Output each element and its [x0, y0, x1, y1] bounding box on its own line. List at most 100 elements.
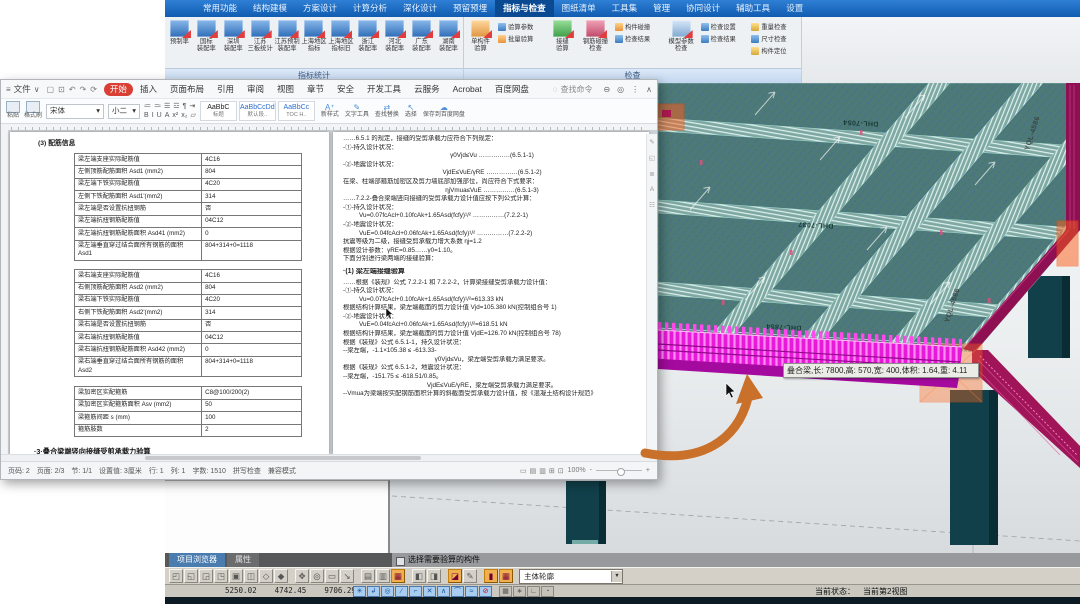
- cad-ribbon-tab[interactable]: 方案设计: [295, 0, 345, 17]
- snap-toggle-icon[interactable]: ⌒: [451, 586, 464, 597]
- wps-tab[interactable]: 开发工具: [361, 83, 407, 96]
- view-toolbar-icon[interactable]: ◇: [259, 569, 273, 583]
- ribbon-small-button[interactable]: 构件碰撞: [615, 22, 662, 31]
- view-toolbar-icon[interactable]: ↘: [340, 569, 354, 583]
- zoom-slider[interactable]: [596, 470, 642, 471]
- ribbon-small-button[interactable]: 检查结果: [615, 34, 662, 43]
- ribbon-small-button[interactable]: 重量检查: [751, 22, 798, 31]
- view-toolbar-icon[interactable]: ◎: [310, 569, 324, 583]
- cad-ribbon-tab[interactable]: 工具集: [604, 0, 646, 17]
- font-name-select[interactable]: 宋体▾: [46, 104, 104, 119]
- toolbar-tool-button[interactable]: ↖ 选择: [405, 103, 417, 119]
- toolbar-tool-button[interactable]: A⁺ 新样式: [321, 103, 339, 119]
- qat-icon[interactable]: ↷: [80, 85, 87, 94]
- document-page-2[interactable]: ……6.5.1 的规定，接缝的受剪承载力应符合下列规定：-①-持久设计状况：γ0…: [333, 132, 649, 454]
- snap-toggle-icon[interactable]: ∟: [527, 586, 540, 597]
- format-icon[interactable]: B: [144, 112, 149, 120]
- format-icon[interactable]: A: [165, 112, 170, 120]
- side-tool-icon[interactable]: A: [650, 186, 654, 193]
- qat-icon[interactable]: ▢: [47, 85, 55, 94]
- ribbon-button-rebar-collision[interactable]: 钢筋碰撞 检查: [578, 19, 613, 53]
- snap-toggle-icon[interactable]: ⊘: [479, 586, 492, 597]
- side-tool-icon[interactable]: ✎: [649, 138, 654, 146]
- qat-icon[interactable]: ⟳: [90, 85, 97, 94]
- view-toolbar-icon[interactable]: ◱: [184, 569, 198, 583]
- wps-tab[interactable]: 章节: [301, 83, 330, 96]
- ribbon-button-single-check[interactable]: 单构件 验算: [465, 19, 496, 53]
- view-toolbar-icon[interactable]: ◨: [427, 569, 441, 583]
- cad-ribbon-tab[interactable]: 深化设计: [395, 0, 445, 17]
- window-control-icon[interactable]: ∧: [646, 85, 652, 94]
- view-toolbar-icon[interactable]: [289, 569, 294, 583]
- snap-toggle-icon[interactable]: ✳: [353, 586, 366, 597]
- toolbar-tool-button[interactable]: ☁ 保存到百度网盘: [423, 103, 465, 119]
- format-icon[interactable]: ☲: [173, 103, 179, 111]
- zoom-slider-knob[interactable]: [617, 468, 625, 476]
- wps-tab[interactable]: 安全: [331, 83, 360, 96]
- ribbon-small-button[interactable]: 检查结果: [701, 34, 748, 43]
- style-chip[interactable]: AaBbCc TOC H..: [278, 101, 315, 121]
- ribbon-small-button[interactable]: 构件定位: [751, 46, 798, 55]
- view-mode-icon[interactable]: ▭: [520, 467, 527, 475]
- format-icon[interactable]: ☰: [164, 103, 170, 111]
- ribbon-button[interactable]: 湖南 装配率: [435, 19, 462, 53]
- side-tool-icon[interactable]: ◱: [649, 154, 655, 162]
- vertical-ruler[interactable]: [1, 130, 9, 455]
- view-toolbar-icon[interactable]: ✥: [295, 569, 309, 583]
- column[interactable]: [566, 481, 606, 544]
- ribbon-button[interactable]: 深圳 装配率: [220, 19, 247, 53]
- column[interactable]: [950, 390, 998, 545]
- format-icon[interactable]: ¶: [183, 103, 187, 111]
- wps-tab[interactable]: 视图: [271, 83, 300, 96]
- ribbon-button[interactable]: 预制率: [166, 19, 193, 45]
- format-icon[interactable]: x₂: [181, 112, 187, 120]
- format-icon[interactable]: U: [157, 112, 162, 120]
- wps-tab[interactable]: 开始: [104, 83, 133, 96]
- side-tool-icon[interactable]: ☷: [649, 201, 655, 209]
- qat-icon[interactable]: ⊡: [58, 85, 65, 94]
- view-toolbar-icon[interactable]: ▦: [499, 569, 513, 583]
- window-control-icon[interactable]: ⊖: [603, 85, 610, 94]
- view-toolbar-icon[interactable]: ◆: [274, 569, 288, 583]
- ribbon-button-joint-check[interactable]: 接缝 验算: [547, 19, 578, 53]
- view-toolbar-icon[interactable]: ◳: [214, 569, 228, 583]
- view-toolbar-icon[interactable]: ◧: [412, 569, 426, 583]
- panel-tab[interactable]: 属性: [227, 553, 259, 567]
- cad-ribbon-tab[interactable]: 图纸清单: [554, 0, 604, 17]
- ribbon-button[interactable]: 广东 装配率: [408, 19, 435, 53]
- paste-button[interactable]: 粘贴: [6, 101, 20, 120]
- view-toolbar-icon[interactable]: ✎: [463, 569, 477, 583]
- snap-toggle-icon[interactable]: ≈: [465, 586, 478, 597]
- cad-ribbon-tab[interactable]: 协同设计: [678, 0, 728, 17]
- ribbon-button[interactable]: 上海地区 指标旧: [327, 19, 354, 53]
- snap-toggle-icon[interactable]: ∗: [513, 586, 526, 597]
- wps-tab[interactable]: Acrobat: [447, 83, 488, 96]
- view-toolbar-icon[interactable]: ▣: [229, 569, 243, 583]
- cad-ribbon-tab[interactable]: 结构建模: [245, 0, 295, 17]
- format-icon[interactable]: ▱: [190, 112, 195, 120]
- toolbar-tool-button[interactable]: ✎ 文字工具: [345, 103, 369, 119]
- ribbon-button[interactable]: 河北 装配率: [381, 19, 408, 53]
- ribbon-button[interactable]: 江苏预制 装配率: [274, 19, 301, 53]
- ribbon-button[interactable]: 浙江 装配率: [354, 19, 381, 53]
- document-area[interactable]: (3) 配筋信息 梁左端支座实际配筋值 4C16 左侧顶筋配筋面积 Asd1 (…: [1, 130, 657, 455]
- snap-toggle-icon[interactable]: ⌐: [409, 586, 422, 597]
- command-prompt[interactable]: 选择需要验算的构件: [392, 553, 1080, 567]
- snap-toggle-icon[interactable]: ∧: [437, 586, 450, 597]
- cad-ribbon-tab[interactable]: 管理: [645, 0, 678, 17]
- wps-tab[interactable]: 云服务: [408, 83, 446, 96]
- format-painter-button[interactable]: 格式刷: [24, 101, 42, 120]
- style-chip[interactable]: AaBbC 标题: [200, 101, 237, 121]
- view-toolbar-icon[interactable]: ◫: [244, 569, 258, 583]
- ribbon-button[interactable]: 江苏 三板统计: [247, 19, 274, 53]
- document-page-1[interactable]: (3) 配筋信息 梁左端支座实际配筋值 4C16 左侧顶筋配筋面积 Asd1 (…: [10, 132, 329, 454]
- window-control-icon[interactable]: ⋮: [631, 85, 639, 94]
- ribbon-button[interactable]: 国标 装配率: [193, 19, 220, 53]
- view-mode-icon[interactable]: ⊡: [558, 467, 564, 475]
- display-mode-dropdown[interactable]: 主体轮廓▼: [519, 569, 623, 584]
- font-size-select[interactable]: 小二▾: [108, 104, 140, 119]
- view-toolbar-icon[interactable]: ◲: [199, 569, 213, 583]
- wps-tab[interactable]: 页面布局: [164, 83, 210, 96]
- cad-ribbon-tab[interactable]: 辅助工具: [728, 0, 778, 17]
- format-icon[interactable]: x²: [172, 112, 178, 120]
